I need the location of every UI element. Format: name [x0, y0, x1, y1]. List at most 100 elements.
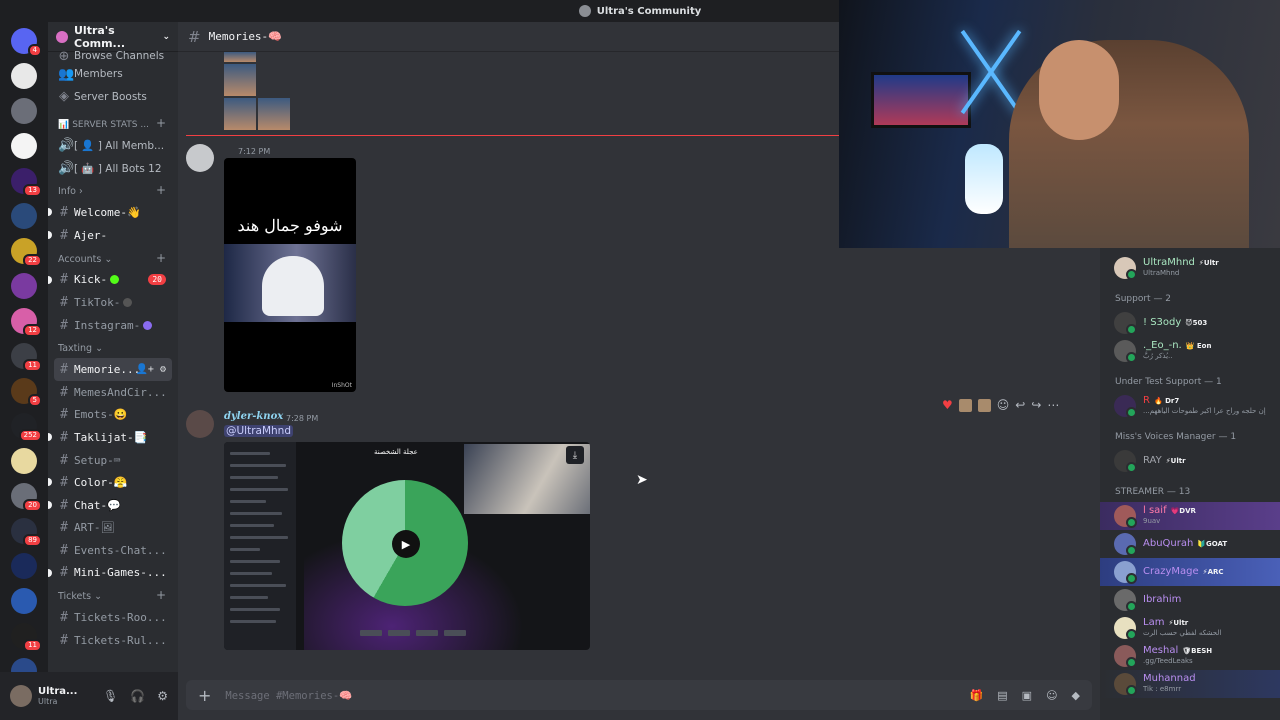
- server-icon[interactable]: 20: [11, 483, 42, 512]
- member-item[interactable]: AbuQurah 🔰GOAT: [1100, 530, 1280, 558]
- category-tickets[interactable]: Tickets ⌄ +: [48, 584, 178, 606]
- member-tag: ⚡Ultr: [1168, 619, 1189, 627]
- emoji-icon[interactable]: ☺: [1046, 689, 1057, 702]
- server-icon[interactable]: [11, 98, 37, 124]
- reply-icon[interactable]: ↩: [1015, 398, 1025, 412]
- member-item[interactable]: R 🔥 Dr7 ...إن حلجه وراح عرا اكبر طموحات ال…: [1100, 392, 1280, 420]
- channel-mini-games[interactable]: # Mini-Games-...: [48, 562, 178, 585]
- channel-color[interactable]: # Color-😤: [48, 471, 178, 494]
- chevron-down-icon: ⌄: [162, 31, 170, 42]
- channel-art[interactable]: # ART-🖼: [48, 517, 178, 540]
- guild-header[interactable]: Ultra's Comm... ⌄: [48, 22, 178, 52]
- play-icon[interactable]: ▶: [392, 530, 420, 558]
- add-attachment-icon[interactable]: +: [198, 686, 211, 705]
- server-icon[interactable]: [11, 133, 37, 159]
- download-icon[interactable]: ⤓: [566, 446, 584, 464]
- channel-settings-icon[interactable]: 👤+ ⚙: [135, 364, 166, 375]
- channel-kick[interactable]: # Kick- 20: [48, 269, 178, 292]
- server-icon[interactable]: 5: [11, 378, 42, 407]
- emoji-reaction-icon[interactable]: [958, 398, 972, 412]
- server-icon[interactable]: [11, 63, 37, 89]
- add-reaction-icon[interactable]: ☺: [997, 398, 1010, 412]
- avatar[interactable]: [186, 410, 214, 438]
- channel-all-members[interactable]: 🔊[ 👤 ] All Memb...: [48, 134, 178, 157]
- channel-tiktok[interactable]: # TikTok-: [48, 291, 178, 314]
- server-icon[interactable]: 4: [11, 28, 42, 57]
- sticker-icon[interactable]: ▣: [1022, 689, 1032, 702]
- thumbnail[interactable]: [258, 98, 290, 130]
- hash-icon: #: [60, 362, 68, 378]
- server-icon[interactable]: 252: [11, 413, 42, 442]
- server-icon[interactable]: 11: [11, 623, 42, 652]
- channel-memories[interactable]: # Memorie... 👤+ ⚙: [54, 358, 172, 381]
- channel-tickets-rules[interactable]: # Tickets-Rul...: [48, 629, 178, 652]
- plus-icon[interactable]: +: [156, 183, 166, 197]
- server-icon[interactable]: 12: [11, 308, 42, 337]
- forward-icon[interactable]: ↪: [1031, 398, 1041, 412]
- server-icon[interactable]: [11, 203, 37, 229]
- server-icon[interactable]: [11, 588, 37, 614]
- heart-reaction-icon[interactable]: ♥: [942, 398, 953, 412]
- channel-all-bots[interactable]: 🔊[ 🤖 ] All Bots 12: [48, 157, 178, 180]
- thumbnail[interactable]: [224, 52, 256, 62]
- gif-icon[interactable]: ▤: [997, 689, 1007, 702]
- headphones-icon[interactable]: 🎧: [130, 689, 145, 703]
- member-item[interactable]: Muhannad Tik : e8mrr: [1100, 670, 1280, 698]
- channel-taklijat[interactable]: # Taklijat-📑: [48, 426, 178, 449]
- thumbnail[interactable]: [224, 64, 256, 96]
- server-icon[interactable]: 22: [11, 238, 42, 267]
- member-item[interactable]: UltraMhnd ⚡Ultr UltraMhnd: [1100, 254, 1280, 282]
- channel-chat[interactable]: # Chat-💬: [48, 494, 178, 517]
- channel-emots[interactable]: # Emots-😀: [48, 404, 178, 427]
- message-input[interactable]: Message #Memories-🧠: [225, 689, 352, 702]
- server-icon[interactable]: [11, 273, 37, 299]
- plus-icon[interactable]: +: [156, 588, 166, 602]
- server-icon[interactable]: [11, 448, 37, 474]
- video-buttons: [360, 630, 466, 636]
- channel-welcome[interactable]: # Welcome-👋: [48, 201, 178, 224]
- member-item[interactable]: Lam ⚡Ultr الحشكه لفطي حسب الرت: [1100, 614, 1280, 642]
- category-taxting[interactable]: Taxting ⌄: [48, 336, 178, 358]
- emoji-reaction-icon[interactable]: [977, 398, 991, 412]
- browse-channels[interactable]: ⊕ Browse Channels: [48, 49, 178, 63]
- member-item[interactable]: l saif 💗DVR 9uav: [1100, 502, 1280, 530]
- channel-instagram[interactable]: # Instagram-: [48, 314, 178, 337]
- gear-icon[interactable]: ⚙: [157, 689, 168, 703]
- member-item[interactable]: ! S3ody 😈503: [1100, 309, 1280, 337]
- category-server-stats[interactable]: 📊 SERVER STATS ... +: [48, 108, 178, 134]
- plus-icon[interactable]: +: [156, 116, 166, 130]
- plus-icon[interactable]: +: [156, 251, 166, 265]
- mention-badge: 5: [27, 394, 42, 407]
- member-item[interactable]: Ibrahim: [1100, 586, 1280, 614]
- message-author[interactable]: dyler-knox: [224, 411, 283, 422]
- category-accounts[interactable]: Accounts ⌄ +: [48, 247, 178, 269]
- channel-events-chat[interactable]: # Events-Chat...: [48, 539, 178, 562]
- channel-tickets-room[interactable]: # Tickets-Roo...: [48, 606, 178, 629]
- member-item[interactable]: RAY ⚡Ultr: [1100, 447, 1280, 475]
- thumbnail[interactable]: [224, 98, 256, 130]
- server-icon[interactable]: 13: [11, 168, 42, 197]
- channel-setup[interactable]: # Setup-⌨: [48, 449, 178, 472]
- avatar[interactable]: [10, 685, 32, 707]
- microphone-icon[interactable]: 🎙: [103, 689, 118, 703]
- category-info[interactable]: Info › +: [48, 179, 178, 201]
- user-mention[interactable]: @UltraMhnd: [224, 425, 294, 437]
- video-attachment[interactable]: شوفو جمال هند InShOt: [224, 158, 356, 392]
- video-attachment[interactable]: عجلة الشخصنة ▶ ⤓: [224, 442, 590, 650]
- chevron-down-icon: ⌄: [104, 253, 113, 265]
- member-item[interactable]: Meshal 🛡BESH .gg/TeedLeaks: [1100, 642, 1280, 670]
- members-link[interactable]: 👥 Members: [48, 63, 178, 86]
- server-icon[interactable]: 89: [11, 518, 42, 547]
- member-item[interactable]: CrazyMage ⚡ARC: [1100, 558, 1280, 586]
- message-composer: + Message #Memories-🧠 🎁 ▤ ▣ ☺ ◆: [178, 672, 1100, 720]
- apps-icon[interactable]: ◆: [1072, 689, 1080, 702]
- member-item[interactable]: ._Eo_-n. 👑 Eon يُذكر رُبَّ..: [1100, 337, 1280, 365]
- channel-memes[interactable]: # MemesAndCir...: [48, 381, 178, 404]
- avatar[interactable]: [186, 144, 214, 172]
- gift-icon[interactable]: 🎁: [970, 689, 984, 702]
- server-icon[interactable]: [11, 553, 37, 579]
- more-icon[interactable]: ⋯: [1047, 398, 1059, 412]
- channel-ajer[interactable]: # Ajer-: [48, 224, 178, 247]
- server-boosts-link[interactable]: ◈ Server Boosts: [48, 86, 178, 109]
- server-icon[interactable]: 11: [11, 343, 42, 372]
